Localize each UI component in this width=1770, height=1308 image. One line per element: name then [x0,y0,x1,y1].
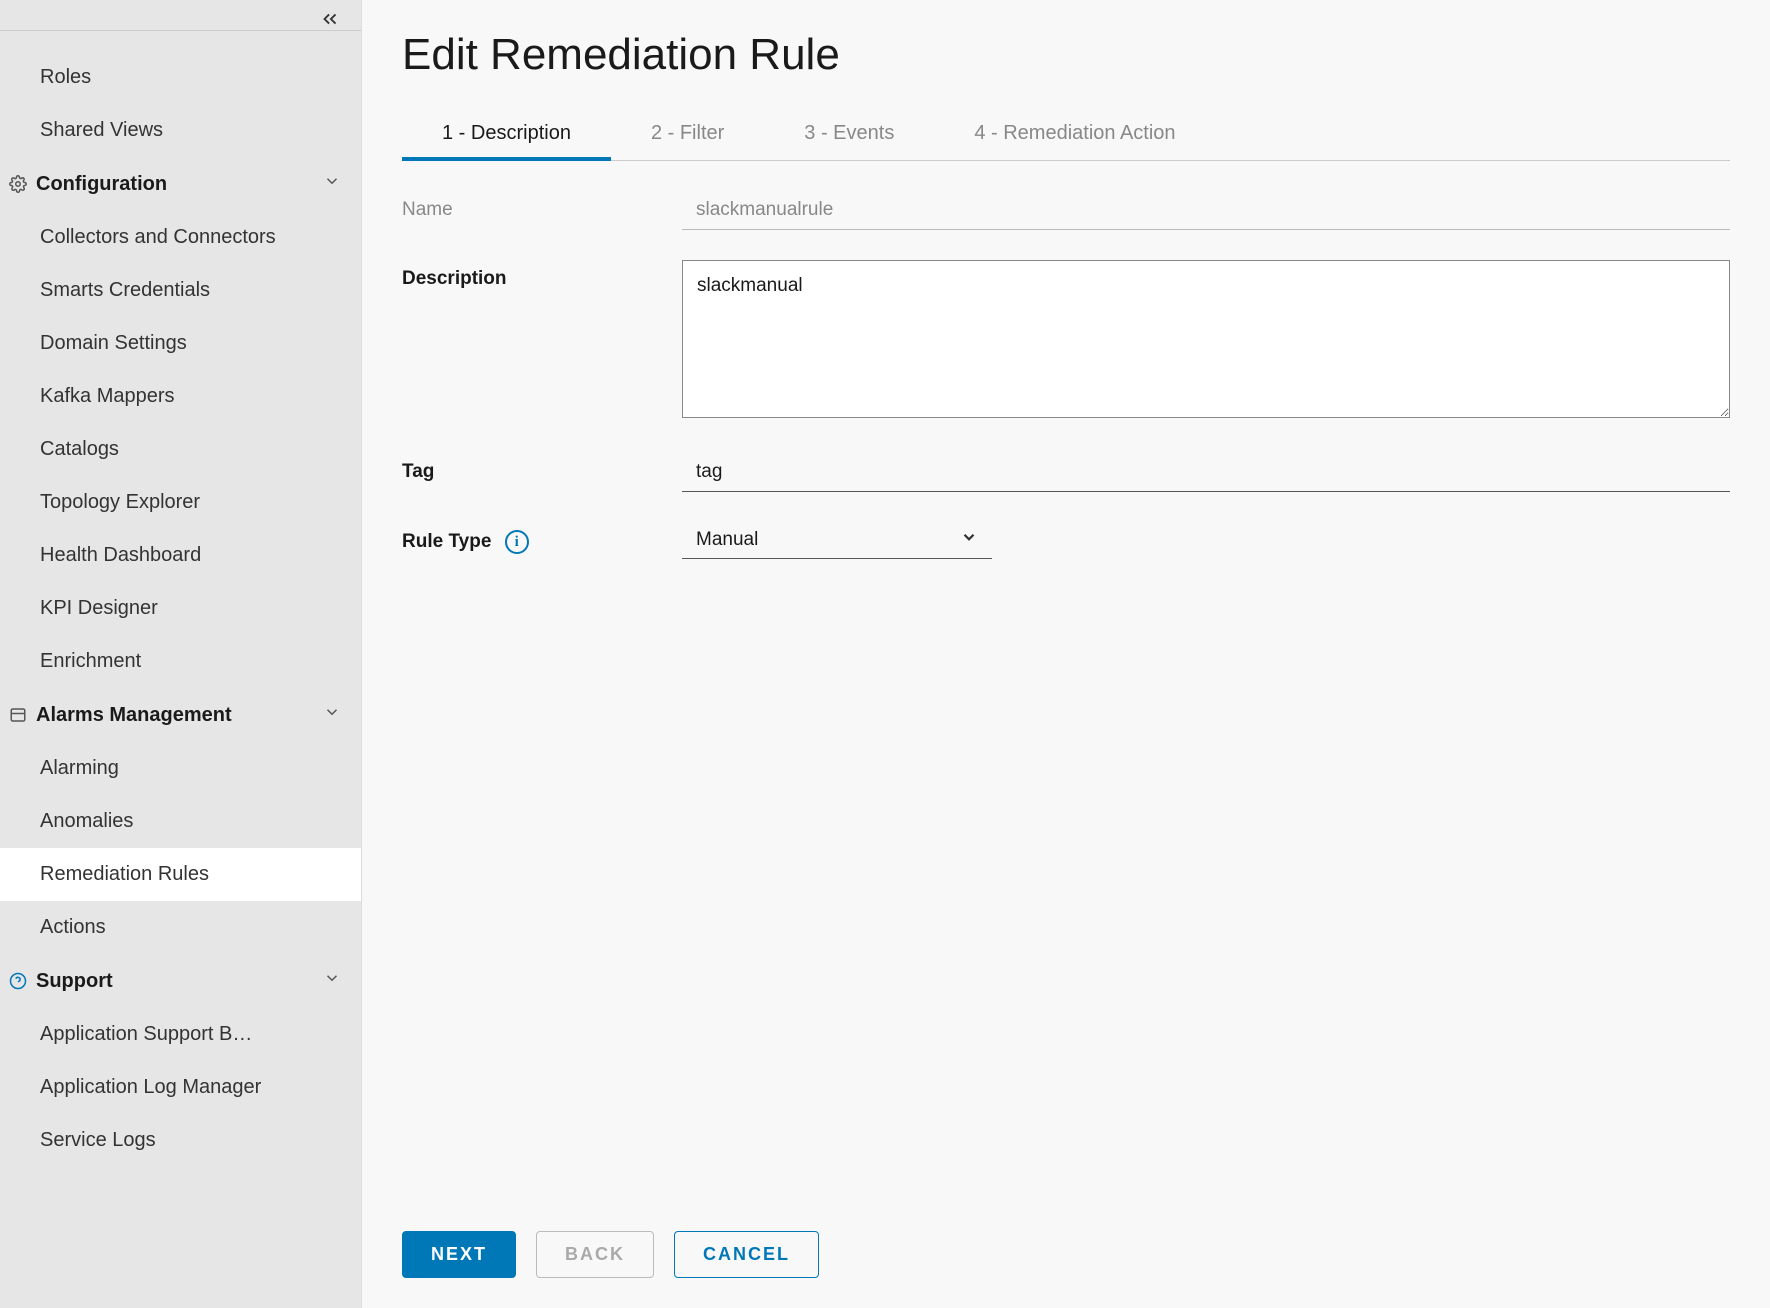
rule-type-select[interactable]: Manual [682,522,992,559]
sidebar-section-alarms[interactable]: Alarms Management [0,688,361,742]
sidebar-section-configuration[interactable]: Configuration [0,157,361,211]
description-label: Description [402,260,682,290]
name-label: Name [402,191,682,221]
sidebar-item-alarming[interactable]: Alarming [0,742,361,795]
chevron-down-icon [323,172,341,196]
tab-remediation-action[interactable]: 4 - Remediation Action [934,110,1215,160]
sidebar-item-remediation-rules[interactable]: Remediation Rules [0,848,361,901]
support-label: Support [36,970,113,993]
rule-type-selected: Manual [696,529,758,551]
tag-input[interactable] [682,453,1730,492]
page-title: Edit Remediation Rule [402,30,1730,80]
sidebar-item-health-dashboard[interactable]: Health Dashboard [0,529,361,582]
sidebar-nav: Roles Shared Views Configuration Collect… [0,30,361,1167]
name-value: slackmanualrule [682,191,1730,230]
sidebar-item-roles[interactable]: Roles [0,51,361,104]
sidebar-collapse-button[interactable] [319,8,341,36]
sidebar-item-anomalies[interactable]: Anomalies [0,795,361,848]
name-row: Name slackmanualrule [402,191,1730,230]
sidebar-item-topology-explorer[interactable]: Topology Explorer [0,476,361,529]
sidebar-item-app-log-manager[interactable]: Application Log Manager [0,1061,361,1114]
chevron-double-left-icon [319,8,341,30]
button-row: NEXT BACK CANCEL [402,1231,819,1278]
rule-type-row: Rule Type i Manual [402,522,1730,559]
rule-type-label: Rule Type i [402,522,682,554]
sidebar-item-catalogs[interactable]: Catalogs [0,423,361,476]
back-button[interactable]: BACK [536,1231,654,1278]
sidebar-section-support[interactable]: Support [0,954,361,1008]
tag-row: Tag [402,453,1730,492]
sidebar-item-kpi-designer[interactable]: KPI Designer [0,582,361,635]
sidebar-item-smarts-credentials[interactable]: Smarts Credentials [0,264,361,317]
chevron-down-icon [323,969,341,993]
description-row: Description [402,260,1730,423]
sidebar: Roles Shared Views Configuration Collect… [0,0,362,1308]
sidebar-item-domain-settings[interactable]: Domain Settings [0,317,361,370]
sidebar-item-enrichment[interactable]: Enrichment [0,635,361,688]
tabs: 1 - Description 2 - Filter 3 - Events 4 … [402,110,1730,161]
chevron-down-icon [960,528,978,552]
alarms-label: Alarms Management [36,704,232,727]
tab-description[interactable]: 1 - Description [402,110,611,161]
next-button[interactable]: NEXT [402,1231,516,1278]
sidebar-item-kafka-mappers[interactable]: Kafka Mappers [0,370,361,423]
gear-icon [8,175,28,193]
help-icon [8,972,28,990]
tab-events[interactable]: 3 - Events [764,110,934,160]
cancel-button[interactable]: CANCEL [674,1231,819,1278]
sidebar-item-shared-views[interactable]: Shared Views [0,104,361,157]
main-content: Edit Remediation Rule 1 - Description 2 … [362,0,1770,1308]
sidebar-item-service-logs[interactable]: Service Logs [0,1114,361,1167]
tab-filter[interactable]: 2 - Filter [611,110,764,160]
sidebar-item-actions[interactable]: Actions [0,901,361,954]
sidebar-item-app-support-bundle[interactable]: Application Support Bun... [0,1008,280,1061]
description-textarea[interactable] [682,260,1730,418]
configuration-label: Configuration [36,173,167,196]
alarms-icon [8,706,28,724]
sidebar-item-collectors[interactable]: Collectors and Connectors [0,211,361,264]
tag-label: Tag [402,453,682,483]
chevron-down-icon [323,703,341,727]
info-icon[interactable]: i [505,530,529,554]
